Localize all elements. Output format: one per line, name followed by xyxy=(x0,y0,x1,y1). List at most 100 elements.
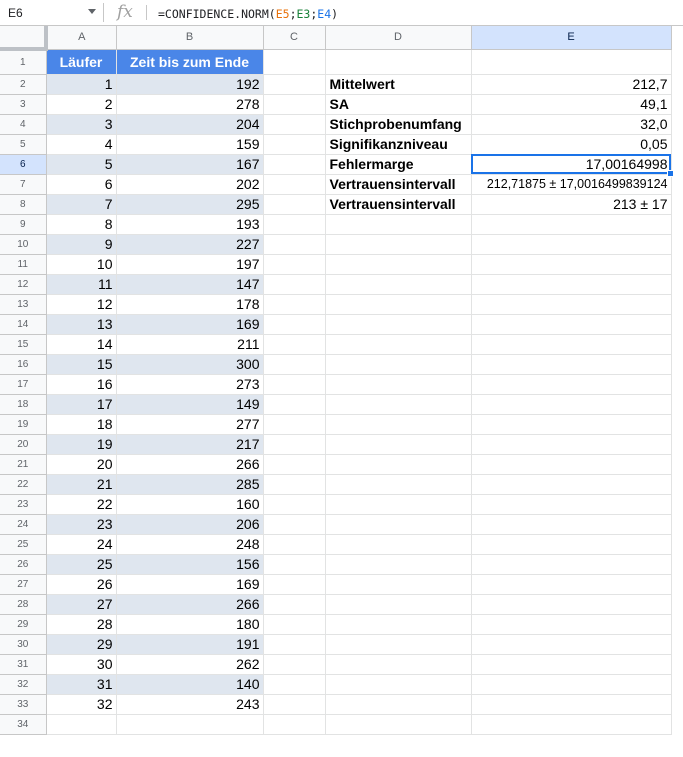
empty-cell[interactable] xyxy=(325,494,472,515)
empty-cell[interactable] xyxy=(263,394,326,415)
stat-label[interactable]: Vertrauensintervall xyxy=(325,174,472,195)
empty-cell[interactable] xyxy=(325,554,472,575)
empty-cell[interactable] xyxy=(471,254,672,275)
empty-cell[interactable] xyxy=(325,314,472,335)
cell-laeufer[interactable]: 14 xyxy=(46,334,117,355)
empty-cell[interactable] xyxy=(325,594,472,615)
empty-cell[interactable] xyxy=(325,234,472,255)
fill-handle[interactable] xyxy=(666,169,674,177)
empty-cell[interactable] xyxy=(325,394,472,415)
row-header[interactable]: 22 xyxy=(0,474,47,495)
row-header[interactable]: 28 xyxy=(0,594,47,615)
row-header[interactable]: 31 xyxy=(0,654,47,675)
row-header[interactable]: 21 xyxy=(0,454,47,475)
empty-cell[interactable] xyxy=(263,334,326,355)
empty-cell[interactable] xyxy=(471,574,672,595)
empty-cell[interactable] xyxy=(263,114,326,135)
cell-zeit[interactable]: 178 xyxy=(116,294,264,315)
empty-cell[interactable] xyxy=(263,74,326,95)
empty-cell[interactable] xyxy=(471,234,672,255)
empty-cell[interactable] xyxy=(471,594,672,615)
cell-laeufer[interactable]: 24 xyxy=(46,534,117,555)
empty-cell[interactable] xyxy=(263,674,326,695)
row-header[interactable]: 5 xyxy=(0,134,47,155)
cell-zeit[interactable]: 206 xyxy=(116,514,264,535)
stat-label[interactable]: Vertrauensintervall xyxy=(325,194,472,215)
empty-cell[interactable] xyxy=(325,674,472,695)
empty-cell[interactable] xyxy=(325,514,472,535)
empty-cell[interactable] xyxy=(325,534,472,555)
cell-zeit[interactable]: 140 xyxy=(116,674,264,695)
empty-cell[interactable] xyxy=(325,334,472,355)
empty-cell[interactable] xyxy=(263,694,326,715)
empty-cell[interactable] xyxy=(325,694,472,715)
empty-cell[interactable] xyxy=(263,174,326,195)
row-header[interactable]: 1 xyxy=(0,49,47,75)
cell-zeit[interactable]: 295 xyxy=(116,194,264,215)
cell-zeit[interactable]: 147 xyxy=(116,274,264,295)
empty-cell[interactable] xyxy=(263,634,326,655)
formula-input[interactable]: =CONFIDENCE.NORM(E5;E3;E4) xyxy=(158,7,338,21)
row-header[interactable]: 13 xyxy=(0,294,47,315)
cell-zeit[interactable]: 156 xyxy=(116,554,264,575)
cell-zeit[interactable]: 169 xyxy=(116,314,264,335)
cell-zeit[interactable]: 169 xyxy=(116,574,264,595)
cell-zeit[interactable]: 273 xyxy=(116,374,264,395)
empty-cell[interactable] xyxy=(325,614,472,635)
empty-cell[interactable] xyxy=(263,194,326,215)
stat-value[interactable]: 49,1 xyxy=(471,94,672,115)
row-header[interactable]: 20 xyxy=(0,434,47,455)
empty-cell[interactable] xyxy=(263,314,326,335)
empty-cell[interactable] xyxy=(471,354,672,375)
cell-laeufer[interactable]: 31 xyxy=(46,674,117,695)
cell-laeufer[interactable]: 7 xyxy=(46,194,117,215)
cell-laeufer[interactable]: 12 xyxy=(46,294,117,315)
cell-laeufer[interactable]: 11 xyxy=(46,274,117,295)
cell-laeufer[interactable]: 3 xyxy=(46,114,117,135)
empty-cell[interactable] xyxy=(471,554,672,575)
cell-zeit[interactable]: 204 xyxy=(116,114,264,135)
empty-cell[interactable] xyxy=(263,434,326,455)
name-box[interactable]: E6 xyxy=(0,0,102,25)
stat-value[interactable]: 212,7 xyxy=(471,74,672,95)
empty-cell[interactable] xyxy=(263,294,326,315)
cell-zeit[interactable]: 248 xyxy=(116,534,264,555)
empty-cell[interactable] xyxy=(263,554,326,575)
row-header[interactable]: 23 xyxy=(0,494,47,515)
empty-cell[interactable] xyxy=(263,514,326,535)
empty-cell[interactable] xyxy=(471,534,672,555)
cell-zeit[interactable]: 193 xyxy=(116,214,264,235)
row-header[interactable]: 24 xyxy=(0,514,47,535)
cell-laeufer[interactable]: 4 xyxy=(46,134,117,155)
row-header[interactable]: 8 xyxy=(0,194,47,215)
empty-cell[interactable] xyxy=(325,254,472,275)
cell-laeufer[interactable]: 29 xyxy=(46,634,117,655)
empty-cell[interactable] xyxy=(263,714,326,735)
column-header-d[interactable]: D xyxy=(325,26,472,50)
cell-laeufer[interactable]: 21 xyxy=(46,474,117,495)
row-header[interactable]: 3 xyxy=(0,94,47,115)
column-header-a[interactable]: A xyxy=(46,26,117,50)
cell-laeufer[interactable]: 26 xyxy=(46,574,117,595)
empty-cell[interactable] xyxy=(263,614,326,635)
cell-zeit[interactable]: 211 xyxy=(116,334,264,355)
cell-laeufer[interactable]: 23 xyxy=(46,514,117,535)
empty-cell[interactable] xyxy=(325,354,472,375)
row-header[interactable]: 2 xyxy=(0,74,47,95)
empty-cell[interactable] xyxy=(325,294,472,315)
cell-zeit[interactable]: 243 xyxy=(116,694,264,715)
cell-zeit[interactable]: 149 xyxy=(116,394,264,415)
row-header[interactable]: 32 xyxy=(0,674,47,695)
header-cell-laeufer[interactable]: Läufer xyxy=(46,49,117,75)
row-header[interactable]: 34 xyxy=(0,714,47,735)
empty-cell[interactable] xyxy=(471,674,672,695)
empty-cell[interactable] xyxy=(325,634,472,655)
row-header[interactable]: 10 xyxy=(0,234,47,255)
cell-zeit[interactable]: 285 xyxy=(116,474,264,495)
cell-laeufer[interactable]: 10 xyxy=(46,254,117,275)
stat-label[interactable]: Fehlermarge xyxy=(325,154,472,175)
empty-cell[interactable] xyxy=(471,634,672,655)
row-header[interactable]: 29 xyxy=(0,614,47,635)
empty-cell[interactable] xyxy=(263,374,326,395)
empty-cell[interactable] xyxy=(263,94,326,115)
